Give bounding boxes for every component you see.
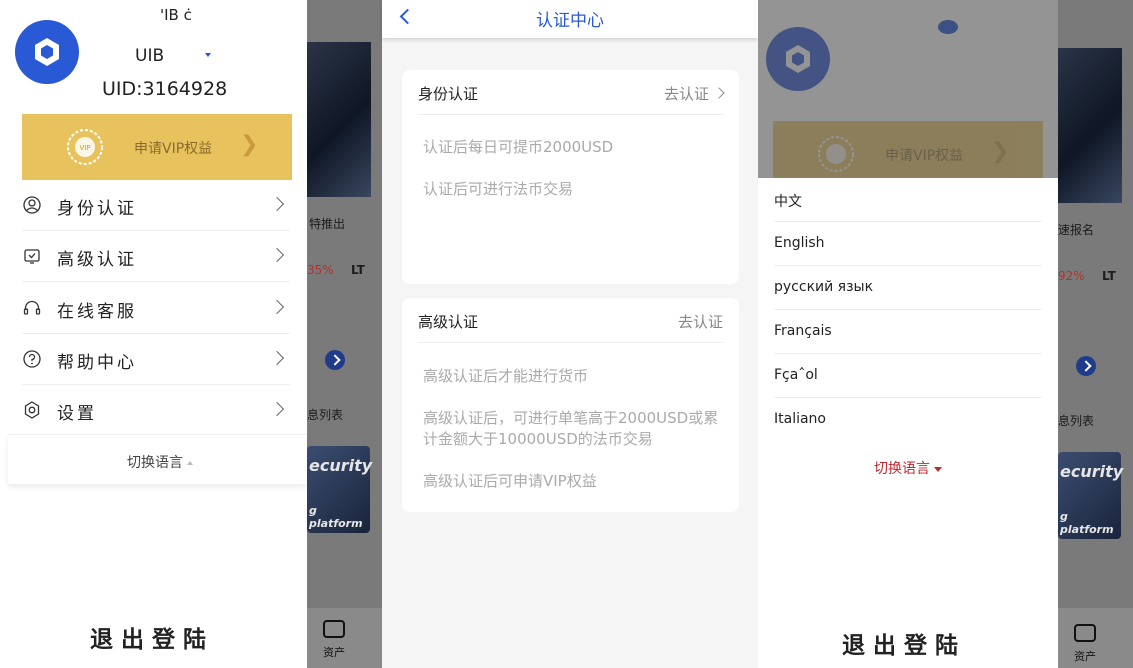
identity-title: 身份认证 — [418, 85, 479, 103]
arrow-circle-icon — [325, 350, 345, 370]
menu-item-settings[interactable]: 设置 — [22, 385, 290, 436]
advanced-benefit: 计金额大于10000USD的法币交易 — [423, 430, 653, 448]
chevron-right-icon: ❯ — [240, 132, 259, 157]
modal-overlay[interactable] — [758, 0, 1058, 178]
menu-label: 帮助中心 — [57, 353, 137, 373]
chevron-right-icon — [269, 350, 285, 366]
wallet-icon — [1074, 624, 1096, 642]
news-title-fragment: 特推出 — [309, 217, 346, 231]
language-switch-bar[interactable]: 切换语言 — [8, 434, 307, 484]
menu-label: 高级认证 — [57, 250, 137, 270]
menu-label: 在线客服 — [57, 302, 137, 322]
language-option-it[interactable]: Italiano — [774, 398, 1042, 442]
wallet-icon — [323, 620, 345, 638]
certification-center-page: 认证中心 身份认证 去认证 认证后每日可提币2000USD 认证后可进行法币交易… — [382, 0, 758, 668]
logout-button[interactable]: 退出登陆 — [90, 620, 214, 654]
vip-label: 申请VIP权益 — [134, 141, 213, 157]
menu-item-help[interactable]: 帮助中心 — [22, 334, 290, 385]
chevron-right-icon — [269, 401, 285, 417]
message-list-label: 息列表 — [307, 408, 344, 422]
caret-up-icon — [187, 461, 193, 465]
advanced-benefit: 高级认证后可申请VIP权益 — [423, 472, 597, 490]
question-circle-icon — [23, 350, 41, 368]
identity-card: 身份认证 去认证 认证后每日可提币2000USD 认证后可进行法币交易 — [402, 70, 739, 284]
menu-item-support[interactable]: 在线客服 — [22, 283, 290, 334]
security-banner: ecurity g platform — [307, 446, 373, 533]
percent-change: 92% — [1058, 269, 1085, 283]
language-option-ru[interactable]: русский язык — [774, 266, 1042, 310]
identity-benefit: 认证后每日可提币2000USD — [423, 138, 614, 156]
uid-masked-text: UIB — [135, 46, 165, 66]
language-option-es[interactable]: Fçaˆol — [774, 354, 1042, 398]
security-text: ecurity — [309, 456, 373, 475]
vip-banner[interactable]: VIP 申请VIP权益 ❯ — [22, 114, 292, 180]
header-bar: 认证中心 — [382, 0, 758, 38]
user-circle-icon — [23, 196, 41, 214]
tab-asset-label: 资产 — [1074, 650, 1096, 663]
divider — [418, 342, 723, 343]
chevron-right-icon — [713, 86, 725, 99]
background-app-strip-right: 速报名 92% LT 息列表 ecurity g platform 资产 — [1058, 0, 1133, 668]
divider — [418, 114, 723, 115]
right-drawer: 申请VIP权益 ❯ 中文 English русский язык França… — [758, 0, 1058, 668]
identity-verify-button[interactable]: 去认证 — [663, 83, 725, 104]
bottom-tab-bar: 资产 — [1058, 608, 1133, 668]
headset-icon — [23, 300, 41, 315]
left-drawer: 'IB ċ UIB UID:3164928 VIP 申请VIP权益 ❯ 身份认证… — [0, 0, 307, 668]
language-switch-text: 切换语言 — [127, 455, 183, 471]
identity-benefit: 认证后可进行法币交易 — [423, 180, 574, 198]
chevron-right-icon — [269, 247, 285, 263]
caret-down-icon — [934, 466, 942, 472]
news-image — [1058, 48, 1122, 203]
platform-text: g platform — [1060, 510, 1114, 536]
menu-item-advanced[interactable]: 高级认证 — [22, 231, 290, 282]
advanced-verify-button[interactable]: 去认证 — [678, 311, 723, 332]
tab-asset-label: 资产 — [323, 646, 345, 659]
advanced-benefit: 高级认证后，可进行单笔高于2000USD或累 — [423, 409, 719, 427]
percent-change: 35% — [307, 263, 334, 277]
arrow-circle-icon — [1076, 356, 1096, 376]
platform-text: g platform — [309, 504, 363, 530]
advanced-benefit: 高级认证后才能进行货币 — [423, 367, 589, 385]
dropdown-caret-icon — [205, 53, 211, 57]
language-option-zh[interactable]: 中文 — [774, 178, 1042, 222]
message-list-label: 息列表 — [1058, 414, 1095, 428]
verify-label: 去认证 — [663, 85, 709, 103]
language-switch-text: 切换语言 — [874, 461, 930, 477]
language-option-en[interactable]: English — [774, 222, 1042, 266]
language-option-fr[interactable]: Français — [774, 310, 1042, 354]
svg-text:VIP: VIP — [79, 144, 90, 152]
menu-label: 身份认证 — [57, 199, 137, 219]
news-image — [307, 42, 371, 197]
bottom-tab-bar: 资产 — [307, 608, 382, 668]
gear-icon — [24, 401, 40, 419]
background-app-strip-left: 特推出 35% LT 息列表 ecurity g platform 资产 — [307, 0, 382, 668]
logout-button[interactable]: 退出登陆 — [842, 626, 966, 660]
app-logo — [15, 20, 79, 84]
chevron-right-icon — [269, 196, 285, 212]
vip-badge-icon: VIP — [67, 129, 103, 165]
news-title-fragment: 速报名 — [1058, 223, 1095, 237]
advanced-card: 高级认证 去认证 高级认证后才能进行货币 高级认证后，可进行单笔高于2000US… — [402, 298, 739, 512]
ticker-label: LT — [351, 263, 365, 277]
language-switch-active[interactable]: 切换语言 — [758, 458, 1058, 478]
uid-partial-text: 'IB ċ — [160, 6, 192, 24]
chevron-right-icon — [269, 299, 285, 315]
page-title: 认证中心 — [536, 11, 604, 31]
ticker-label: LT — [1102, 269, 1116, 283]
language-popup: 中文 English русский язык Français Fçaˆol … — [758, 178, 1058, 490]
menu-item-identity[interactable]: 身份认证 — [22, 180, 290, 231]
language-switch-label: 切换语言 — [127, 452, 193, 472]
advanced-title: 高级认证 — [418, 313, 479, 331]
shield-check-icon — [24, 249, 40, 264]
security-text: ecurity — [1060, 462, 1124, 481]
hexagon-logo-icon — [35, 38, 59, 66]
menu-label: 设置 — [57, 404, 97, 424]
security-banner: ecurity g platform — [1058, 452, 1124, 539]
uid-text: UID:3164928 — [102, 78, 228, 100]
